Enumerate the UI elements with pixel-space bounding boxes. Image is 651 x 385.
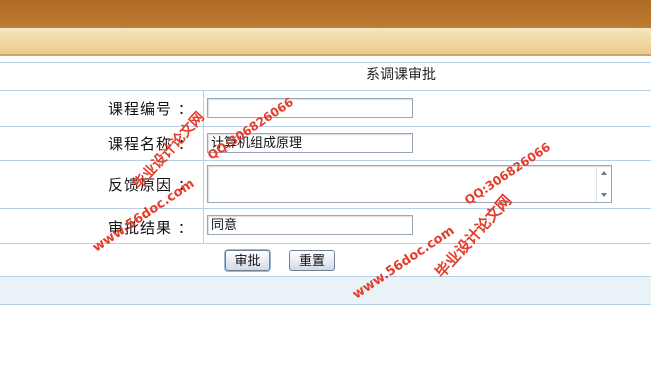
reset-button[interactable]: 重置 xyxy=(289,250,335,271)
course-code-label: 课程编号 xyxy=(108,100,173,118)
approve-button[interactable]: 审批 xyxy=(225,250,270,271)
approval-result-colon: ： xyxy=(178,221,192,237)
header-divider xyxy=(0,54,651,56)
footer-band xyxy=(0,277,651,304)
scroll-down-icon[interactable] xyxy=(601,193,607,197)
form-title: 系调课审批 xyxy=(366,67,436,83)
row-divider xyxy=(0,160,651,161)
feedback-reason-textarea[interactable] xyxy=(207,165,612,203)
table-border-top xyxy=(0,62,651,63)
approval-result-input[interactable]: 同意 xyxy=(207,215,413,235)
row-divider xyxy=(0,208,651,209)
scroll-up-icon[interactable] xyxy=(601,171,607,175)
row-divider xyxy=(0,90,651,91)
row-divider xyxy=(0,126,651,127)
sub-header-bar xyxy=(0,28,651,55)
column-divider xyxy=(203,90,204,243)
textarea-scrollbar[interactable] xyxy=(596,166,611,202)
course-code-input[interactable] xyxy=(207,98,413,118)
table-border-bottom xyxy=(0,304,651,305)
